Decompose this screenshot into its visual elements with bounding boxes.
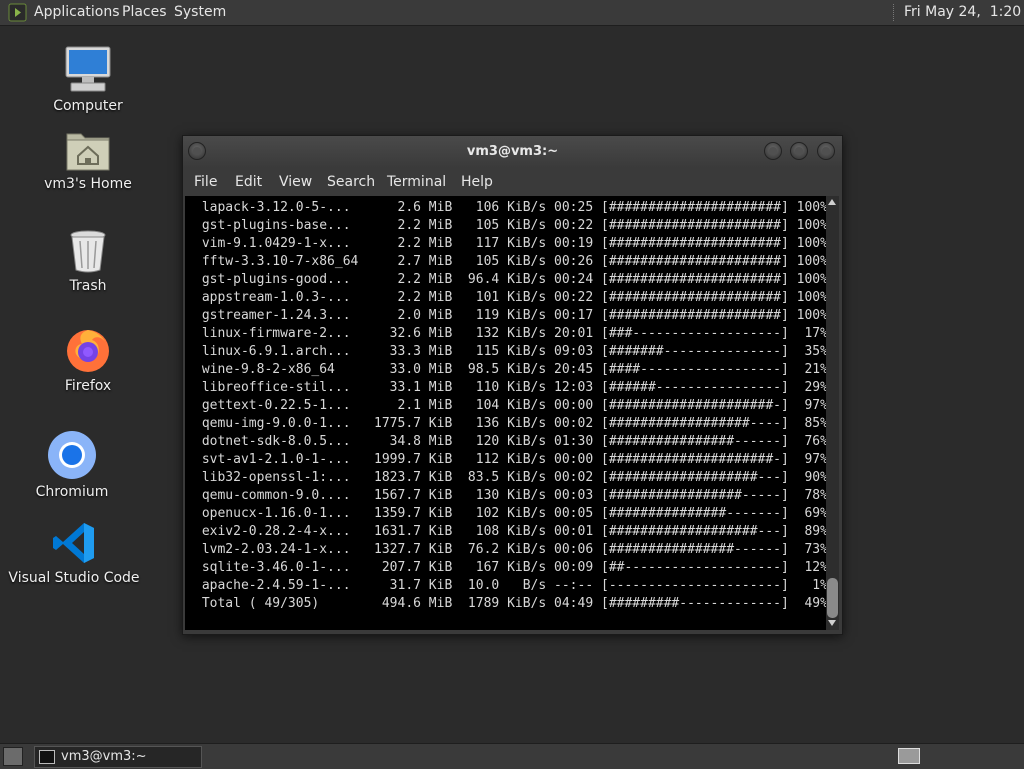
terminal-line: qemu-img-9.0.0-1... 1775.7 KiB 136 KiB/s…: [201, 416, 828, 431]
clock[interactable]: Fri May 24, 1:20 PM: [904, 4, 1024, 21]
window-title: vm3@vm3:~: [466, 144, 559, 159]
terminal-line: lib32-openssl-1:... 1823.7 KiB 83.5 KiB/…: [201, 470, 828, 485]
terminal-menubar: File Edit View Search Terminal Help: [183, 168, 842, 196]
terminal-line: appstream-1.0.3-... 2.2 MiB 101 KiB/s 00…: [201, 290, 828, 305]
terminal-line: apache-2.4.59-1-... 31.7 KiB 10.0 B/s --…: [201, 578, 828, 593]
terminal-line: gettext-0.22.5-1... 2.1 MiB 104 KiB/s 00…: [201, 398, 828, 413]
terminal-line: gst-plugins-good... 2.2 MiB 96.4 KiB/s 0…: [201, 272, 828, 287]
desktop-icon-home[interactable]: vm3's Home: [18, 128, 158, 192]
desktop-icon-vscode[interactable]: Visual Studio Code: [4, 520, 144, 586]
menu-terminal[interactable]: Terminal: [387, 174, 446, 190]
terminal-line: exiv2-0.28.2-4-x... 1631.7 KiB 108 KiB/s…: [201, 524, 828, 539]
desktop-icon-chromium[interactable]: Chromium: [2, 430, 142, 500]
desktop-icon-label: Computer: [53, 98, 123, 114]
desktop-icon-trash[interactable]: Trash: [18, 228, 158, 294]
terminal-line: sqlite-3.46.0-1-... 207.7 KiB 167 KiB/s …: [201, 560, 828, 575]
terminal-line: linux-6.9.1.arch... 33.3 MiB 115 KiB/s 0…: [201, 344, 828, 359]
terminal-line: gstreamer-1.24.3... 2.0 MiB 119 KiB/s 00…: [201, 308, 828, 323]
scroll-down-arrow-icon[interactable]: [828, 620, 836, 626]
panel-separator: [893, 4, 896, 21]
terminal-text: lapack-3.12.0-5-... 2.6 MiB 106 KiB/s 00…: [194, 199, 828, 613]
home-folder-icon: [66, 133, 110, 171]
menu-edit[interactable]: Edit: [235, 174, 262, 190]
terminal-output[interactable]: lapack-3.12.0-5-... 2.6 MiB 106 KiB/s 00…: [185, 196, 828, 630]
desktop-icon-label: vm3's Home: [44, 176, 132, 192]
terminal-line: openucx-1.16.0-1... 1359.7 KiB 102 KiB/s…: [201, 506, 828, 521]
computer-icon: [65, 46, 111, 92]
top-panel: Applications Places System Fri May 24, 1…: [0, 0, 1024, 26]
desktop-icon-label: Chromium: [35, 484, 109, 500]
vscode-icon: [53, 523, 94, 563]
app-menu-icon[interactable]: [8, 3, 27, 22]
workspace-switcher[interactable]: [898, 748, 920, 764]
terminal-line: gst-plugins-base... 2.2 MiB 105 KiB/s 00…: [201, 218, 828, 233]
minimize-button[interactable]: [764, 142, 782, 160]
maximize-button[interactable]: [790, 142, 808, 160]
menu-file[interactable]: File: [194, 174, 217, 190]
scroll-up-arrow-icon[interactable]: [828, 199, 836, 205]
terminal-line: svt-av1-2.1.0-1-... 1999.7 KiB 112 KiB/s…: [201, 452, 828, 467]
terminal-line: lvm2-2.03.24-1-x... 1327.7 KiB 76.2 KiB/…: [201, 542, 828, 557]
firefox-icon: [67, 330, 109, 372]
taskbar-window-button[interactable]: vm3@vm3:~: [34, 746, 202, 768]
menu-search[interactable]: Search: [327, 174, 375, 190]
menu-view[interactable]: View: [279, 174, 312, 190]
terminal-line: wine-9.8-2-x86_64 33.0 MiB 98.5 KiB/s 20…: [201, 362, 828, 377]
taskbar-window-label: vm3@vm3:~: [61, 749, 147, 764]
close-button[interactable]: [817, 142, 835, 160]
terminal-line: vim-9.1.0429-1-x... 2.2 MiB 117 KiB/s 00…: [201, 236, 828, 251]
window-titlebar[interactable]: vm3@vm3:~: [183, 136, 842, 168]
desktop-icon-label: Trash: [69, 278, 107, 294]
desktop-icon-computer[interactable]: Computer: [18, 44, 158, 114]
desktop-icon-label: Visual Studio Code: [8, 570, 140, 586]
scroll-thumb[interactable]: [827, 578, 838, 618]
terminal-line: qemu-common-9.0.... 1567.7 KiB 130 KiB/s…: [201, 488, 828, 503]
trash-icon: [70, 230, 106, 273]
desktop-icon-firefox[interactable]: Firefox: [18, 326, 158, 394]
terminal-line: Total ( 49/305) 494.6 MiB 1789 KiB/s 04:…: [201, 596, 828, 611]
terminal-scrollbar[interactable]: [826, 196, 839, 630]
menu-applications[interactable]: Applications: [34, 4, 120, 21]
menu-help[interactable]: Help: [461, 174, 493, 190]
desktop-icon-label: Firefox: [64, 378, 112, 394]
show-desktop-button[interactable]: [3, 747, 23, 766]
bottom-panel: vm3@vm3:~: [0, 743, 1024, 769]
chromium-icon: [48, 431, 96, 479]
terminal-line: linux-firmware-2... 32.6 MiB 132 KiB/s 2…: [201, 326, 828, 341]
terminal-line: fftw-3.3.10-7-x86_64 2.7 MiB 105 KiB/s 0…: [201, 254, 828, 269]
menu-places[interactable]: Places: [122, 4, 167, 21]
terminal-icon: [39, 750, 55, 764]
terminal-line: libreoffice-stil... 33.1 MiB 110 KiB/s 1…: [201, 380, 828, 395]
terminal-line: lapack-3.12.0-5-... 2.6 MiB 106 KiB/s 00…: [201, 200, 828, 215]
menu-system[interactable]: System: [174, 4, 226, 21]
terminal-window[interactable]: vm3@vm3:~ File Edit View Search Terminal…: [182, 135, 843, 635]
terminal-line: dotnet-sdk-8.0.5... 34.8 MiB 120 KiB/s 0…: [201, 434, 828, 449]
